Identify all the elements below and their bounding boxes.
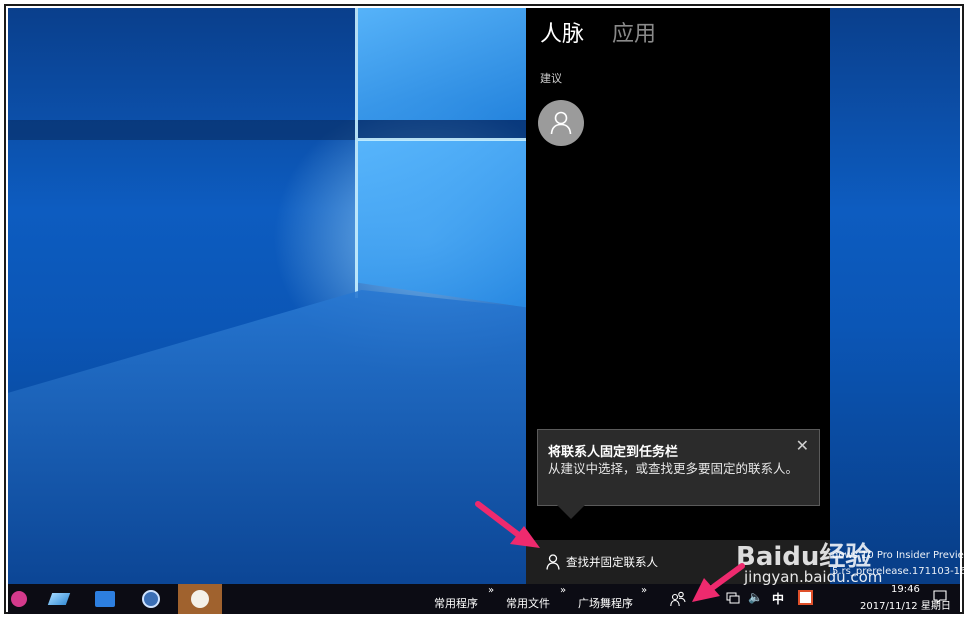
person-icon — [550, 111, 572, 135]
taskbar: 常用程序 » 常用文件 » 广场舞程序 » ^ 🔈 中 19:46 2017/1… — [8, 584, 960, 614]
wallpaper-shadow — [8, 120, 528, 140]
tab-apps[interactable]: 应用 — [612, 16, 656, 48]
toolbar-common-programs[interactable]: 常用程序 — [434, 595, 478, 611]
app-icon — [11, 591, 27, 607]
window-frame-edge — [355, 8, 358, 298]
chevron-icon[interactable]: » — [488, 585, 494, 596]
volume-icon[interactable]: 🔈 — [748, 590, 763, 604]
browser-icon — [142, 590, 160, 608]
app-icon — [191, 590, 209, 608]
suggestions-label: 建议 — [540, 72, 562, 85]
mail-icon — [95, 591, 115, 607]
people-icon — [670, 591, 686, 607]
tooltip-body: 从建议中选择，或查找更多要固定的联系人。 — [548, 461, 799, 476]
chevron-up-icon[interactable]: ^ — [706, 590, 716, 604]
window-pane-lower — [358, 140, 530, 308]
chevron-icon[interactable]: » — [560, 585, 566, 596]
app-tray-icon[interactable] — [798, 590, 813, 605]
tooltip-title: 将联系人固定到任务栏 — [548, 445, 679, 460]
find-and-pin-label: 查找并固定联系人 — [566, 555, 658, 569]
tooltip-pointer — [557, 505, 585, 519]
toolbar-dance-programs[interactable]: 广场舞程序 — [578, 595, 633, 611]
taskbar-app-edge[interactable] — [6, 587, 32, 611]
baidu-site-text: jingyan.baidu.com — [744, 568, 883, 586]
tab-people[interactable]: 人脉 — [540, 16, 584, 48]
toolbar-common-files[interactable]: 常用文件 — [506, 595, 550, 611]
ime-indicator[interactable]: 中 — [772, 590, 784, 607]
person-icon — [546, 554, 560, 570]
network-icon[interactable] — [726, 592, 740, 607]
action-center-icon[interactable] — [932, 589, 948, 608]
eraser-icon — [47, 593, 71, 605]
window-pane-upper — [358, 8, 530, 120]
people-taskbar-button[interactable] — [670, 591, 686, 610]
pin-contacts-tooltip: 将联系人固定到任务栏 从建议中选择，或查找更多要固定的联系人。 ✕ — [537, 429, 820, 506]
window-frame-bar — [358, 138, 530, 141]
taskbar-app-active[interactable] — [178, 584, 222, 614]
chevron-icon[interactable]: » — [641, 585, 647, 596]
light-floor — [8, 290, 528, 584]
taskbar-app-eraser[interactable] — [46, 587, 72, 611]
close-icon[interactable]: ✕ — [796, 436, 809, 455]
suggested-contact-avatar[interactable] — [538, 100, 584, 146]
taskbar-app-mail[interactable] — [92, 587, 118, 611]
taskbar-app-browser[interactable] — [138, 587, 164, 611]
